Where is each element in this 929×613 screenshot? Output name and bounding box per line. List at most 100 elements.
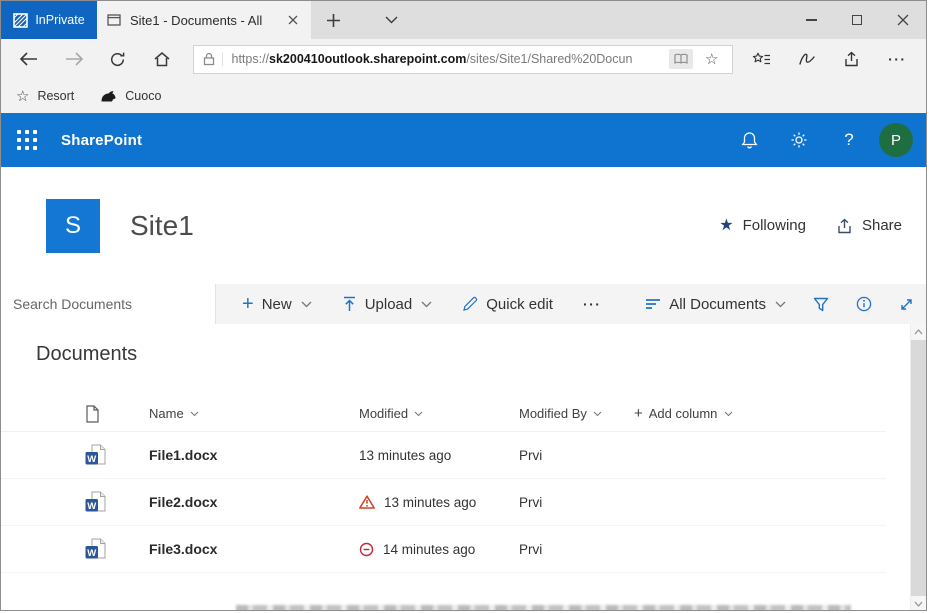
document-library: Documents Name Modified Modified By +Add… [1, 324, 926, 611]
upload-label: Upload [365, 296, 413, 313]
page-icon [107, 14, 121, 26]
inprivate-label: InPrivate [35, 13, 84, 27]
close-window-button[interactable] [880, 1, 926, 39]
add-favorite-button[interactable]: ☆ [698, 52, 725, 67]
tab-preview-chevron[interactable] [369, 1, 413, 39]
site-logo[interactable]: S [46, 199, 100, 253]
favorite-resort[interactable]: ☆ Resort [16, 89, 74, 104]
chevron-down-icon [414, 411, 423, 417]
following-label: Following [743, 217, 806, 234]
address-bar[interactable]: https://sk200410outlook.sharepoint.com/s… [193, 45, 733, 74]
forward-button[interactable] [51, 39, 95, 79]
upload-button[interactable]: Upload [342, 296, 433, 313]
following-button[interactable]: ★ Following [719, 217, 806, 234]
filter-button[interactable] [813, 297, 829, 312]
waffle-icon [17, 130, 37, 150]
home-button[interactable] [140, 39, 184, 79]
maximize-button[interactable] [834, 1, 880, 39]
ink-pen-icon [798, 52, 816, 66]
address-toolbar: https://sk200410outlook.sharepoint.com/s… [1, 39, 926, 79]
details-info-button[interactable] [856, 296, 872, 312]
share-page-button[interactable] [829, 39, 874, 79]
file-type-column-icon[interactable] [85, 405, 149, 423]
plus-icon: + [242, 295, 254, 313]
back-icon [19, 52, 39, 66]
site-title[interactable]: Site1 [130, 210, 194, 242]
hub-favorites-button[interactable] [739, 39, 784, 79]
view-selector-button[interactable]: All Documents [645, 296, 786, 313]
modified-by-cell: Prvi [519, 542, 634, 557]
site-actions: ★ Following Share [719, 217, 902, 234]
library-heading: Documents [36, 342, 926, 366]
bird-favicon [100, 90, 117, 103]
expand-button[interactable] [899, 297, 914, 312]
tab-bar: InPrivate Site1 - Documents - All [1, 1, 926, 39]
add-column-button[interactable]: +Add column [634, 406, 886, 421]
favorite-cuoco[interactable]: Cuoco [100, 89, 161, 103]
table-row[interactable]: W File1.docx 13 minutes ago Prvi [1, 432, 886, 479]
table-row[interactable]: W File2.docx 13 minutes ago Prvi [1, 479, 886, 526]
vertical-scrollbar[interactable] [910, 324, 926, 611]
account-avatar[interactable]: P [879, 123, 913, 157]
forward-icon [64, 52, 84, 66]
ellipsis-icon: ··· [888, 51, 907, 67]
command-bar: + New Upload Quick edit ··· All Document… [1, 284, 926, 324]
info-icon [856, 296, 872, 312]
file-name-link[interactable]: File2.docx [149, 494, 359, 510]
settings-button[interactable] [774, 113, 824, 167]
svg-text:W: W [87, 501, 96, 512]
gear-icon [790, 131, 808, 149]
favorites-bar: ☆ Resort Cuoco [1, 79, 926, 113]
url-path: /sites/Site1/Shared%20Docun [466, 52, 632, 66]
new-button[interactable]: + New [242, 295, 312, 313]
reading-view-button[interactable] [669, 49, 693, 69]
book-icon [674, 53, 688, 65]
browser-window: InPrivate Site1 - Documents - All https:… [0, 0, 927, 611]
back-button[interactable] [7, 39, 51, 79]
url-domain: sk200410outlook.sharepoint.com [269, 52, 466, 66]
document-icon [85, 405, 100, 423]
browser-tab[interactable]: Site1 - Documents - All [97, 1, 311, 39]
tab-bar-spacer [413, 1, 788, 39]
command-overflow-button[interactable]: ··· [583, 296, 602, 312]
tab-title: Site1 - Documents - All [130, 13, 276, 28]
scrollbar-thumb[interactable] [911, 340, 926, 596]
web-notes-button[interactable] [784, 39, 829, 79]
home-icon [153, 51, 171, 67]
inprivate-icon [13, 13, 28, 28]
column-header-modified-by[interactable]: Modified By [519, 406, 634, 421]
suite-app-name: SharePoint [61, 132, 142, 149]
scroll-up-arrow[interactable] [911, 324, 926, 340]
minimize-icon [806, 19, 817, 21]
minimize-button[interactable] [788, 1, 834, 39]
column-header-modified[interactable]: Modified [359, 406, 519, 421]
help-button[interactable]: ? [824, 113, 874, 167]
column-header-name[interactable]: Name [149, 406, 359, 421]
app-launcher-button[interactable] [1, 113, 53, 167]
warning-icon [359, 495, 375, 509]
expand-diagonal-icon [899, 297, 914, 312]
modified-cell: 14 minutes ago [359, 542, 519, 557]
modified-cell: 13 minutes ago [359, 448, 519, 463]
view-lines-icon [645, 298, 661, 310]
notifications-button[interactable] [724, 113, 774, 167]
table-row[interactable]: W File3.docx 14 minutes ago Prvi [1, 526, 886, 573]
suite-bar-actions: ? P [724, 113, 926, 167]
quick-edit-button[interactable]: Quick edit [462, 296, 553, 313]
file-name-link[interactable]: File1.docx [149, 447, 359, 463]
search-input[interactable] [1, 284, 216, 324]
hub-icon [752, 52, 771, 67]
new-label: New [262, 296, 292, 313]
chevron-down-icon [301, 301, 312, 308]
share-site-button[interactable]: Share [836, 217, 902, 234]
refresh-button[interactable] [96, 39, 140, 79]
svg-text:W: W [87, 548, 96, 559]
url-text: https://sk200410outlook.sharepoint.com/s… [232, 52, 665, 66]
new-tab-button[interactable] [311, 1, 355, 39]
word-docx-icon: W [85, 491, 149, 513]
chevron-down-icon [724, 411, 733, 417]
settings-more-button[interactable]: ··· [875, 39, 920, 79]
scroll-down-arrow[interactable] [911, 596, 926, 611]
file-name-link[interactable]: File3.docx [149, 541, 359, 557]
close-tab-button[interactable] [285, 12, 301, 28]
